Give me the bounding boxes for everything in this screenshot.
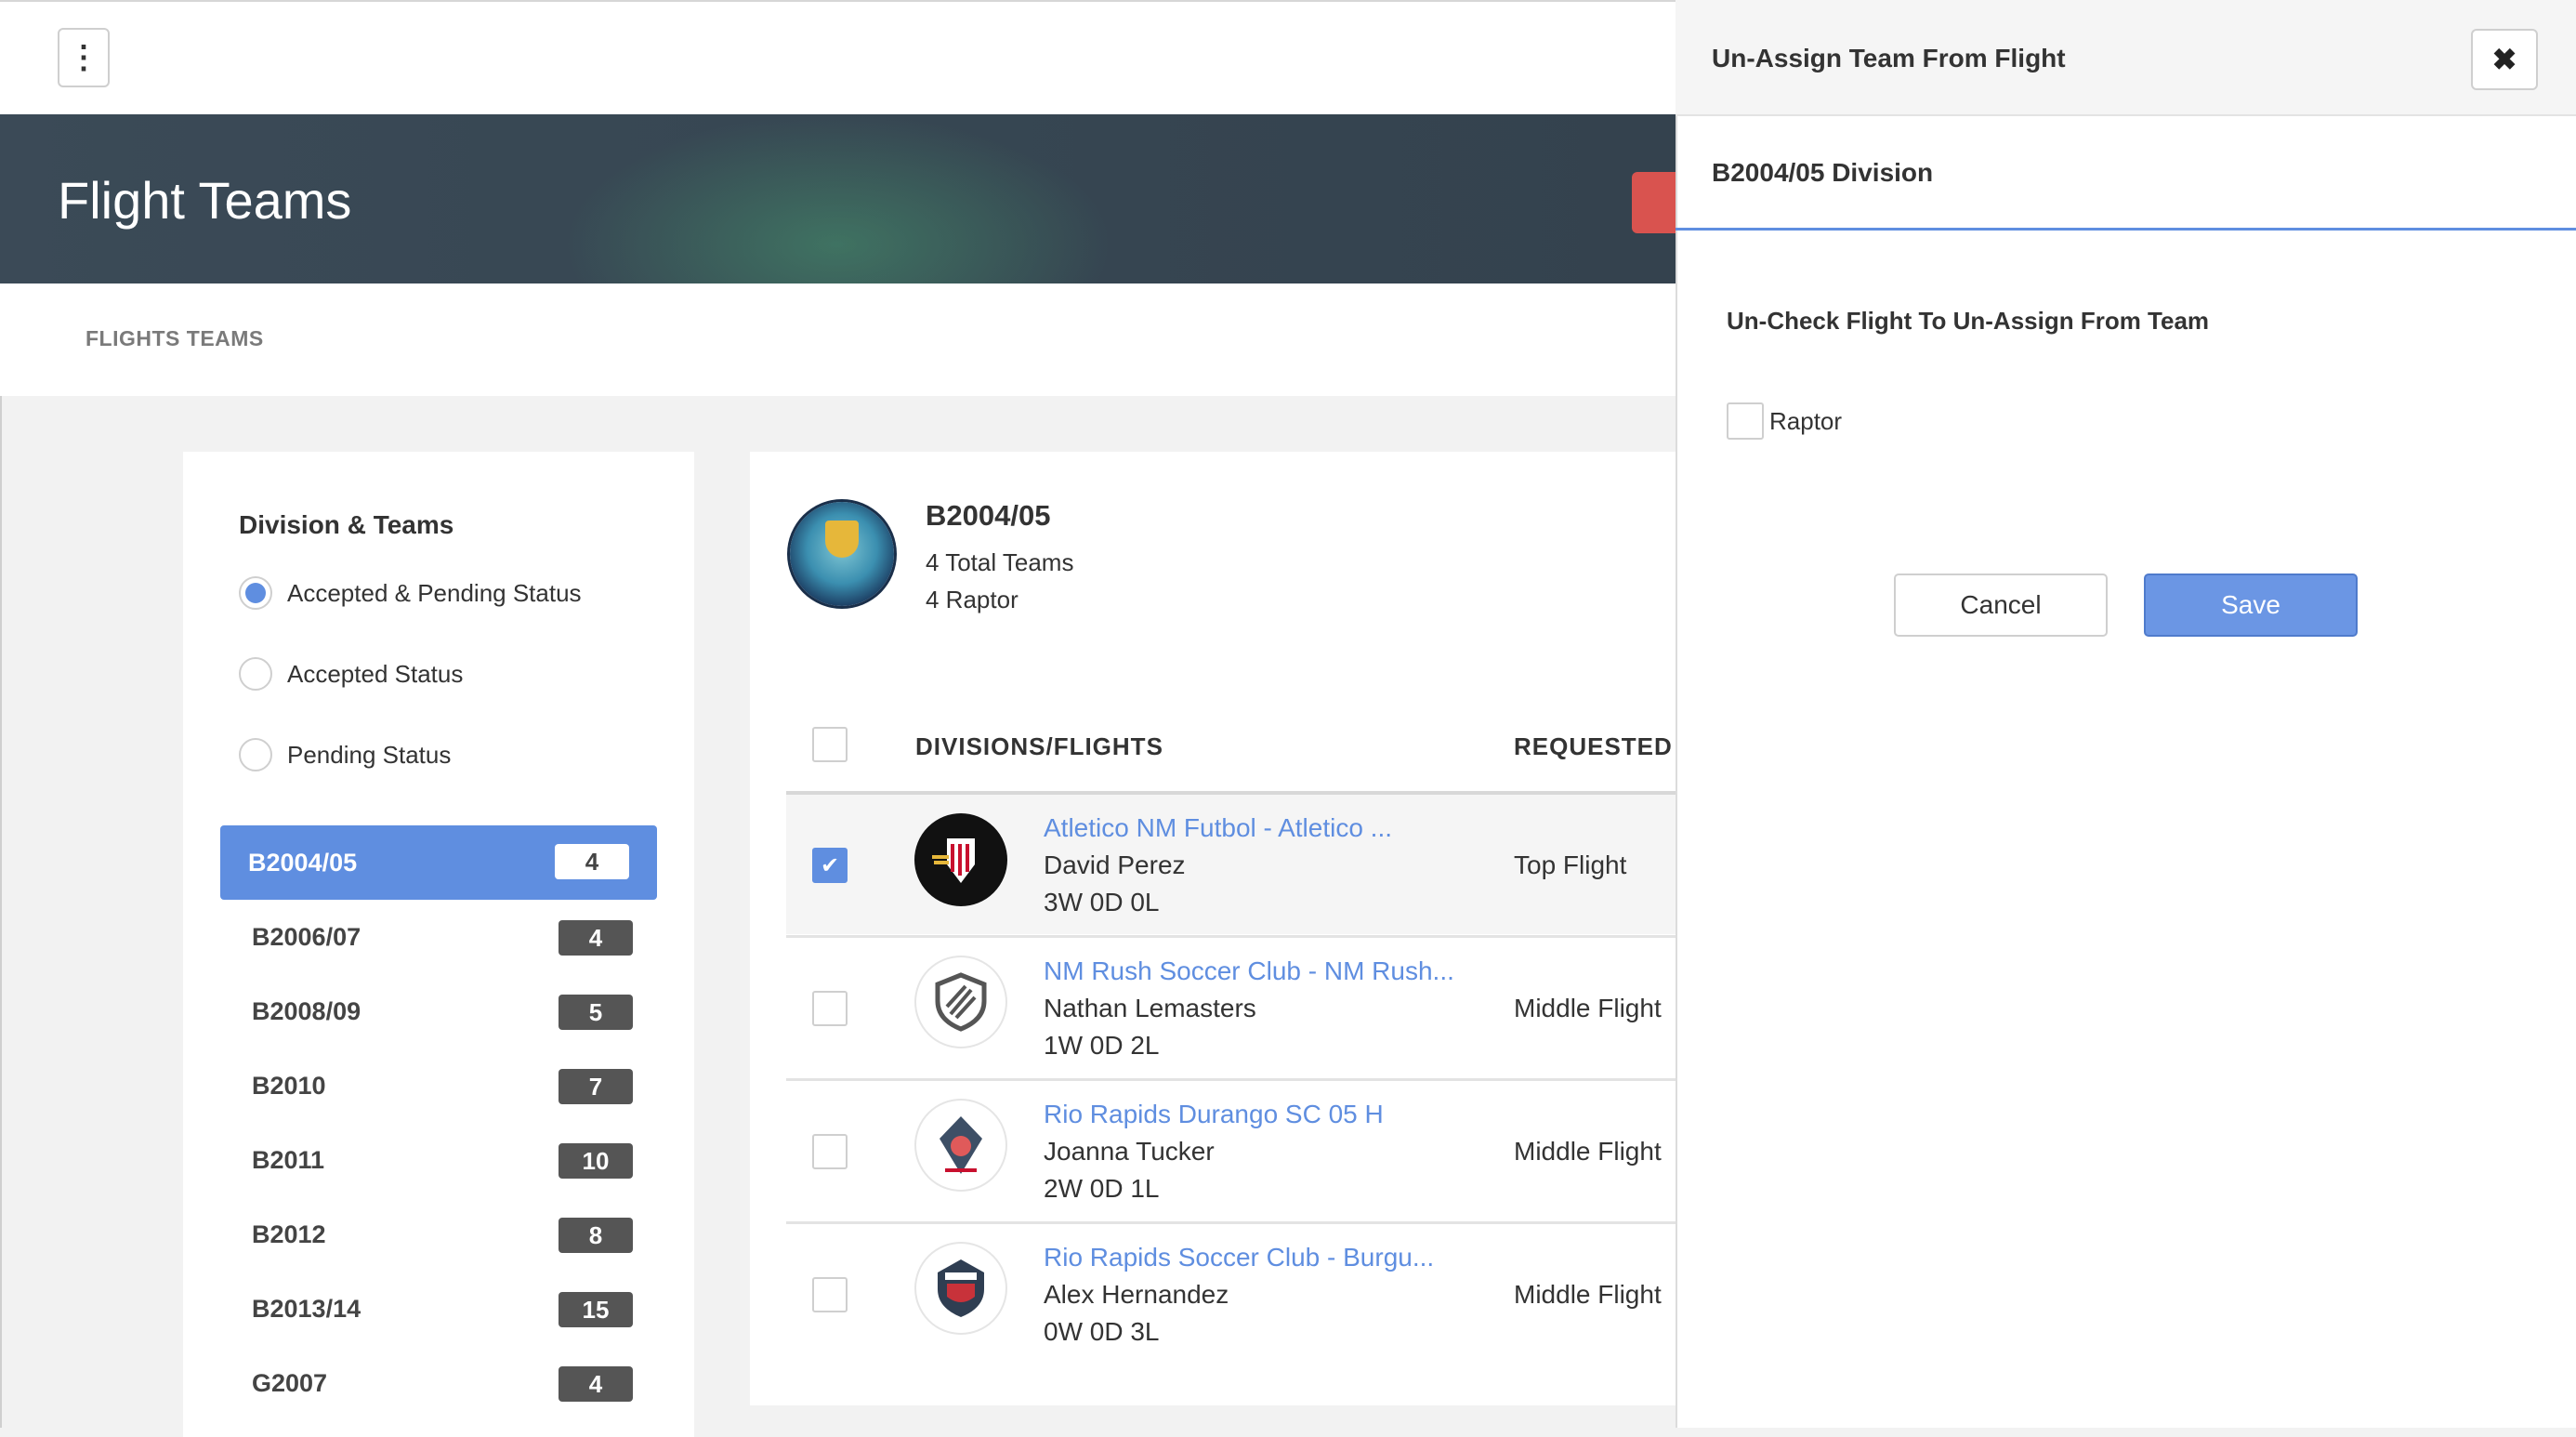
row-checkbox[interactable]: [812, 991, 848, 1026]
radio-button[interactable]: [239, 738, 272, 771]
requested-flight: Middle Flight: [1514, 1280, 1662, 1309]
row-divider: [786, 935, 1676, 938]
more-vertical-icon[interactable]: ⋮: [58, 28, 110, 87]
division-title: B2004/05: [926, 499, 1051, 532]
tournament-logo-shield: [825, 521, 859, 558]
flight-checkbox-raptor[interactable]: [1727, 402, 1764, 440]
drawer-division-label: B2004/05 Division: [1712, 158, 1934, 187]
division-name: B2006/07: [252, 922, 361, 951]
team-record: 3W 0D 0L: [1044, 888, 1160, 916]
radio-button[interactable]: [239, 657, 272, 691]
division-name: B2008/09: [252, 996, 361, 1025]
row-checkbox[interactable]: ✔: [812, 848, 848, 883]
division-count-badge: 10: [559, 1143, 633, 1179]
division-count-badge: 4: [559, 1366, 633, 1402]
team-coach: David Perez: [1044, 850, 1186, 879]
select-all-checkbox[interactable]: [812, 727, 848, 762]
team-record: 0W 0D 3L: [1044, 1317, 1160, 1346]
cancel-button[interactable]: Cancel: [1894, 573, 2108, 637]
team-name-link[interactable]: Atletico NM Futbol - Atletico ...: [1044, 813, 1392, 843]
division-panel-title: Division & Teams: [239, 510, 454, 539]
rio-rapids-crest-icon: [938, 1259, 984, 1317]
division-count-badge: 7: [559, 1069, 633, 1104]
page-title: Flight Teams: [58, 171, 352, 230]
unassign-drawer: [1676, 0, 2576, 1428]
division-item-b2004-05[interactable]: B2004/05 4: [220, 825, 657, 900]
division-count-badge: 4: [555, 844, 629, 879]
team-name-link[interactable]: Rio Rapids Soccer Club - Burgu...: [1044, 1243, 1434, 1272]
column-header-requested: REQUESTED: [1514, 732, 1673, 760]
radio-button[interactable]: [239, 576, 272, 610]
shield-icon: [935, 972, 987, 1032]
division-item-b2011[interactable]: B2011 10: [220, 1123, 657, 1197]
division-name: B2012: [252, 1219, 326, 1248]
division-count-badge: 4: [559, 920, 633, 956]
division-name: B2010: [252, 1071, 326, 1100]
durango-crest-icon: [940, 1116, 982, 1174]
division-item-b2008-09[interactable]: B2008/09 5: [220, 974, 657, 1048]
team-logo: [914, 956, 1007, 1048]
filter-label: Accepted Status: [287, 659, 464, 688]
division-item-b2006-07[interactable]: B2006/07 4: [220, 900, 657, 974]
team-logo: [914, 813, 1007, 906]
division-name: B2004/05: [248, 848, 358, 877]
atletico-crest-icon: [932, 838, 975, 883]
requested-flight: Middle Flight: [1514, 994, 1662, 1022]
team-coach: Alex Hernandez: [1044, 1280, 1229, 1309]
row-divider: [786, 1221, 1676, 1224]
team-record: 2W 0D 1L: [1044, 1174, 1160, 1203]
filter-pending[interactable]: Pending Status: [239, 738, 451, 771]
drawer-divider: [1676, 228, 2576, 231]
close-icon[interactable]: ✖: [2471, 29, 2538, 90]
team-logo: [914, 1099, 1007, 1192]
drawer-title: Un-Assign Team From Flight: [1712, 44, 2066, 73]
division-name: B2013/14: [252, 1294, 361, 1323]
division-count-badge: 8: [559, 1218, 633, 1253]
flight-checkbox-label: Raptor: [1769, 407, 1843, 435]
team-logo: [914, 1242, 1007, 1335]
team-record: 1W 0D 2L: [1044, 1031, 1160, 1060]
division-item-b2010[interactable]: B2010 7: [220, 1048, 657, 1123]
filter-accepted[interactable]: Accepted Status: [239, 657, 463, 691]
row-checkbox[interactable]: [812, 1277, 848, 1312]
division-name: G2007: [252, 1368, 328, 1397]
division-item-b2013-14[interactable]: B2013/14 15: [220, 1272, 657, 1346]
total-teams: 4 Total Teams: [926, 548, 1074, 576]
row-checkbox[interactable]: [812, 1134, 848, 1169]
requested-flight: Top Flight: [1514, 850, 1627, 879]
flight-count: 4 Raptor: [926, 586, 1019, 613]
division-name: B2011: [252, 1145, 325, 1174]
row-divider: [786, 1078, 1676, 1081]
save-button[interactable]: Save: [2144, 573, 2358, 637]
column-header-divisions-flights: DIVISIONS/FLIGHTS: [915, 732, 1163, 760]
team-coach: Nathan Lemasters: [1044, 994, 1256, 1022]
breadcrumb: FLIGHTS TEAMS: [85, 326, 264, 350]
team-coach: Joanna Tucker: [1044, 1137, 1215, 1166]
division-item-b2012[interactable]: B2012 8: [220, 1197, 657, 1272]
requested-flight: Middle Flight: [1514, 1137, 1662, 1166]
team-name-link[interactable]: NM Rush Soccer Club - NM Rush...: [1044, 956, 1454, 986]
filter-label: Pending Status: [287, 740, 452, 769]
team-name-link[interactable]: Rio Rapids Durango SC 05 H: [1044, 1100, 1384, 1129]
filter-label: Accepted & Pending Status: [287, 578, 582, 607]
division-count-badge: 5: [559, 995, 633, 1030]
drawer-instruction: Un-Check Flight To Un-Assign From Team: [1727, 307, 2210, 335]
division-item-g2007[interactable]: G2007 4: [220, 1346, 657, 1420]
filter-accepted-pending[interactable]: Accepted & Pending Status: [239, 576, 582, 610]
division-count-badge: 15: [559, 1292, 633, 1327]
